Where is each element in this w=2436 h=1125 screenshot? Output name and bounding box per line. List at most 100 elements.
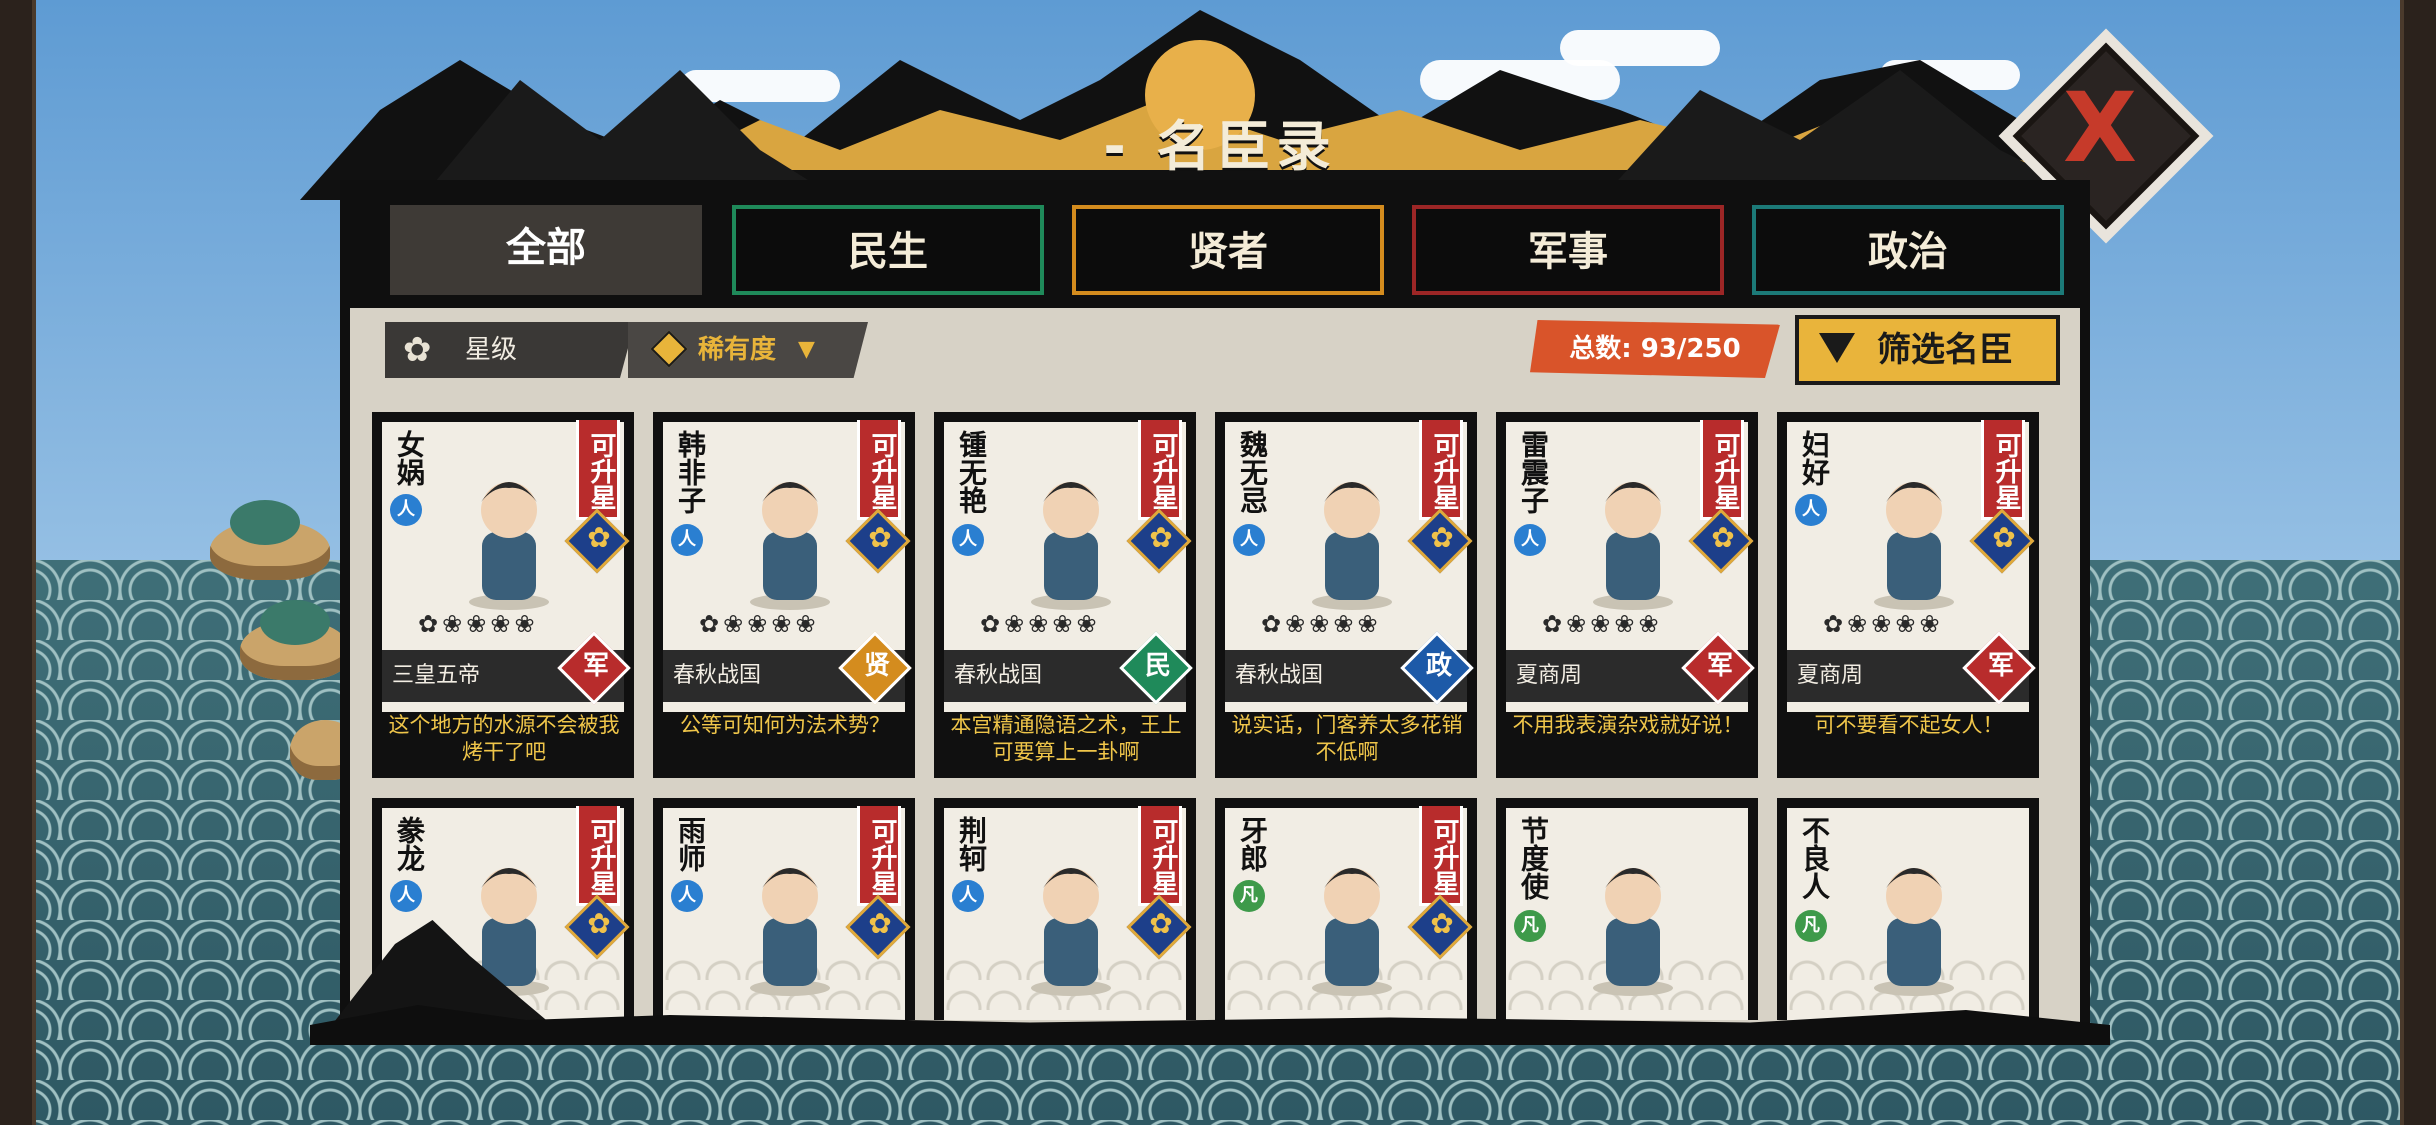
hero-name: 女娲: [393, 430, 426, 486]
hero-quote: 说实话，门客养太多花销不低啊: [1231, 713, 1463, 764]
floating-island: [240, 600, 350, 680]
hero-name: 雷震子: [1517, 430, 1550, 514]
can-upgrade-tag: 可升星: [857, 806, 901, 906]
hero-name: 荆轲: [955, 816, 988, 872]
can-upgrade-tag: 可升星: [1981, 420, 2025, 520]
rank-badge: 人: [952, 880, 984, 912]
rank-badge: 人: [390, 494, 422, 526]
hero-card[interactable]: 魏无忌人可升星 ✿ ✿❀❀❀❀ 春秋战国政说实话，门客养太多花销不低啊: [1215, 412, 1477, 778]
flower-icon: ✿: [1149, 907, 1173, 940]
hero-quote: 这个地方的水源不会被我烤干了吧: [388, 713, 620, 764]
tab-all[interactable]: 全部: [390, 205, 702, 295]
flower-icon: ✿: [587, 907, 611, 940]
funnel-icon: [1819, 333, 1855, 363]
hero-figure: [1031, 482, 1111, 610]
floating-island: [210, 500, 330, 580]
diamond-icon: [650, 330, 688, 368]
sort-by-rarity-button[interactable]: 稀有度 ▼: [628, 322, 868, 378]
flower-icon: ✿: [868, 521, 892, 554]
hero-card[interactable]: 节度使凡: [1496, 798, 1758, 1020]
role-label: 政: [1425, 651, 1452, 681]
star-rating: ✿❀❀❀❀: [1823, 610, 1944, 638]
flower-icon: ✿: [1711, 521, 1735, 554]
can-upgrade-tag: 可升星: [1419, 806, 1463, 906]
hero-card[interactable]: 不良人凡: [1777, 798, 2039, 1020]
hero-card[interactable]: 牙郎凡 可升星 ✿: [1215, 798, 1477, 1020]
hero-card[interactable]: 雨师人 可升星 ✿: [653, 798, 915, 1020]
rank-badge: 人: [952, 524, 984, 556]
filter-label: 筛选名臣: [1877, 330, 2013, 370]
sort-by-star-button[interactable]: ✿ 星级: [385, 322, 635, 378]
hero-quote: 可不要看不起女人！: [1814, 713, 2004, 737]
can-upgrade-tag: 可升星: [1700, 420, 1744, 520]
rank-badge: 凡: [1233, 880, 1265, 912]
rank-badge: 人: [1514, 524, 1546, 556]
sort-by-rarity-label: 稀有度: [698, 335, 777, 365]
hero-figure: [750, 482, 830, 610]
hero-name: 韩非子: [674, 430, 707, 514]
flower-icon: ✿: [587, 521, 611, 554]
role-label: 贤: [863, 651, 890, 681]
hero-name: 不良人: [1798, 816, 1831, 900]
hero-figure: [1874, 868, 1954, 996]
flower-icon: ✿: [1992, 521, 2016, 554]
hero-name: 妇好: [1798, 430, 1831, 486]
hero-card[interactable]: 锺无艳人可升星 ✿ ✿❀❀❀❀ 春秋战国民本宫精通隐语之术，王上可要算上一卦啊: [934, 412, 1196, 778]
flower-icon: ✿: [403, 330, 432, 370]
hero-name: 锺无艳: [955, 430, 988, 514]
hero-figure: [1593, 868, 1673, 996]
tab-politics[interactable]: 政治: [1752, 205, 2064, 295]
hero-figure: [1312, 868, 1392, 996]
tab-sage[interactable]: 贤者: [1072, 205, 1384, 295]
can-upgrade-tag: 可升星: [576, 806, 620, 906]
star-rating: ✿❀❀❀❀: [1542, 610, 1663, 638]
rank-badge: 人: [671, 524, 703, 556]
hero-figure: [1031, 868, 1111, 996]
hero-card[interactable]: 妇好人可升星 ✿ ✿❀❀❀❀ 夏商周军可不要看不起女人！: [1777, 412, 2039, 778]
hero-figure: [1874, 482, 1954, 610]
hero-figure: [1593, 482, 1673, 610]
flower-icon: ✿: [868, 907, 892, 940]
hero-card[interactable]: 女娲人可升星 ✿ ✿❀❀❀❀ 三皇五帝军这个地方的水源不会被我烤干了吧: [372, 412, 634, 778]
hero-figure: [750, 868, 830, 996]
hero-card[interactable]: 韩非子人可升星 ✿ ✿❀❀❀❀ 春秋战国贤公等可知何为法术势？: [653, 412, 915, 778]
right-border: [2400, 0, 2436, 1125]
category-tabs: 全部 民生 贤者 军事 政治: [390, 205, 2070, 300]
hero-card[interactable]: 雷震子人可升星 ✿ ✿❀❀❀❀ 夏商周军不用我表演杂戏就好说！: [1496, 412, 1758, 778]
flower-icon: ✿: [1430, 521, 1454, 554]
role-label: 军: [1987, 651, 2014, 681]
hero-figure: [1312, 482, 1392, 610]
star-rating: ✿❀❀❀❀: [1261, 610, 1382, 638]
can-upgrade-tag: 可升星: [1138, 420, 1182, 520]
can-upgrade-tag: 可升星: [857, 420, 901, 520]
star-rating: ✿❀❀❀❀: [699, 610, 820, 638]
rank-badge: 人: [1795, 494, 1827, 526]
role-label: 军: [582, 651, 609, 681]
filter-button[interactable]: 筛选名臣: [1795, 315, 2060, 385]
can-upgrade-tag: 可升星: [576, 420, 620, 520]
hero-card[interactable]: 荆轲人 可升星 ✿: [934, 798, 1196, 1020]
tab-military[interactable]: 军事: [1412, 205, 1724, 295]
can-upgrade-tag: 可升星: [1138, 806, 1182, 906]
hero-quote: 本宫精通隐语之术，王上可要算上一卦啊: [950, 713, 1182, 764]
rank-badge: 凡: [1795, 910, 1827, 942]
left-border: [0, 0, 36, 1125]
hero-quote: 公等可知何为法术势？: [680, 713, 890, 737]
rank-badge: 人: [1233, 524, 1265, 556]
hero-quote: 不用我表演杂戏就好说！: [1512, 713, 1744, 737]
hero-name: 豢龙: [393, 816, 426, 872]
chevron-down-icon: ▼: [798, 337, 815, 362]
tab-livelihood[interactable]: 民生: [732, 205, 1044, 295]
sort-by-star-label: 星级: [465, 335, 518, 365]
rank-badge: 凡: [1514, 910, 1546, 942]
total-count: 总数: 93/250: [1530, 320, 1780, 378]
role-label: 军: [1706, 651, 1733, 681]
flower-icon: ✿: [1149, 521, 1173, 554]
close-icon[interactable]: X: [2060, 80, 2140, 176]
hero-name: 雨师: [674, 816, 707, 872]
can-upgrade-tag: 可升星: [1419, 420, 1463, 520]
role-label: 民: [1144, 651, 1171, 681]
hero-name: 魏无忌: [1236, 430, 1269, 514]
rank-badge: 人: [671, 880, 703, 912]
star-rating: ✿❀❀❀❀: [980, 610, 1101, 638]
